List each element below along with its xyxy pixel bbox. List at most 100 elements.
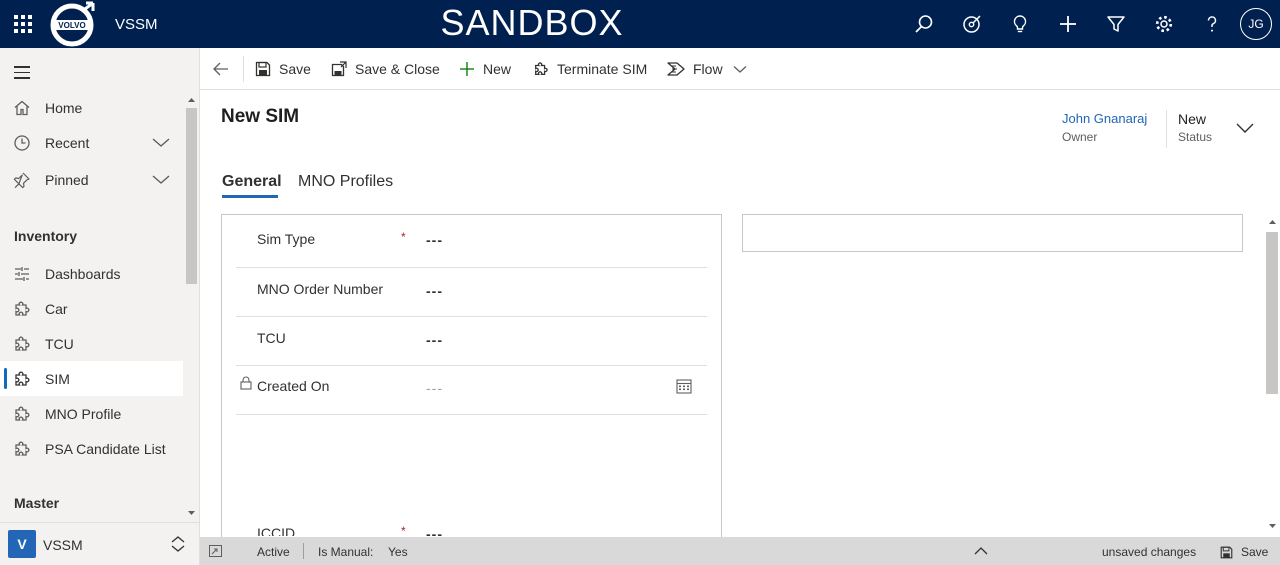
tab-mno-profiles[interactable]: MNO Profiles: [298, 173, 393, 191]
footer-save-label: Save: [1241, 545, 1269, 559]
terminate-sim-button[interactable]: Terminate SIM: [533, 48, 647, 90]
area-switcher[interactable]: V VSSM: [0, 522, 199, 565]
scroll-down-icon[interactable]: [1268, 522, 1277, 530]
sidebar-item-pinned[interactable]: Pinned: [0, 162, 183, 197]
sidebar-item-label: MNO Profile: [45, 405, 122, 422]
sidebar-item-label: SIM: [45, 370, 70, 387]
back-button[interactable]: [212, 48, 238, 90]
save-button[interactable]: Save: [255, 48, 311, 90]
scroll-down-icon[interactable]: [187, 509, 196, 517]
created-on-input: ---: [426, 380, 443, 396]
puzzle-icon: [15, 371, 30, 386]
unsaved-changes-text: unsaved changes: [1102, 545, 1197, 559]
assistant-icon[interactable]: [948, 0, 996, 48]
field-label: Created On: [257, 378, 330, 394]
iccid-input[interactable]: ---: [426, 526, 443, 536]
area-badge: V: [8, 530, 36, 558]
pin-icon: [13, 172, 30, 189]
sidebar-item-label: Dashboards: [45, 265, 121, 282]
command-bar: Save Save & Close New Terminate SIM Flow: [200, 48, 1280, 90]
puzzle-icon: [15, 336, 30, 351]
owner-label: Owner: [1062, 130, 1098, 144]
footer-save-button[interactable]: Save: [1220, 544, 1268, 560]
puzzle-icon: [15, 301, 30, 316]
page-title: New SIM: [221, 106, 300, 127]
sidebar-item-recent[interactable]: Recent: [0, 125, 183, 160]
scroll-up-icon[interactable]: [187, 96, 196, 104]
status-value: New: [1178, 111, 1207, 127]
scroll-up-icon[interactable]: [1268, 218, 1277, 226]
plus-icon: [460, 62, 474, 76]
sidebar-item-label: Car: [45, 300, 68, 317]
sidebar-scrollbar[interactable]: [185, 96, 198, 521]
chevron-up-down-icon[interactable]: [170, 535, 186, 553]
gear-icon[interactable]: [1140, 0, 1188, 48]
home-icon: [14, 100, 30, 116]
hamburger-icon[interactable]: [14, 66, 30, 83]
filter-icon[interactable]: [1092, 0, 1140, 48]
sidebar-item-label: Home: [45, 99, 83, 116]
calendar-icon[interactable]: [676, 378, 692, 394]
sidebar-item-tcu[interactable]: TCU: [0, 326, 183, 361]
plus-icon[interactable]: [1044, 0, 1092, 48]
active-tab-indicator: [222, 195, 278, 198]
sim-type-input[interactable]: ---: [426, 232, 443, 248]
sidebar-item-label: PSA Candidate List: [45, 440, 166, 457]
arrow-left-icon: [213, 62, 228, 76]
sidebar-item-dashboards[interactable]: Dashboards: [0, 256, 183, 291]
chevron-down-icon[interactable]: [152, 135, 170, 149]
is-manual-value: Yes: [388, 545, 408, 559]
chevron-up-icon[interactable]: [974, 546, 988, 555]
form-scroll-thumb[interactable]: [1266, 232, 1278, 394]
sidebar-item-label: Pinned: [45, 171, 89, 188]
user-avatar[interactable]: JG: [1240, 8, 1272, 40]
field-label: ICCID: [257, 525, 296, 536]
sidebar-scroll-thumb[interactable]: [186, 108, 197, 284]
tab-general[interactable]: General: [222, 173, 282, 191]
required-marker: *: [401, 524, 406, 536]
lock-icon: [240, 376, 252, 390]
sidebar-item-home[interactable]: Home: [0, 90, 183, 125]
help-icon[interactable]: [1188, 0, 1236, 48]
search-icon[interactable]: [900, 0, 948, 48]
flow-label: Flow: [693, 61, 723, 77]
chevron-down-icon[interactable]: [152, 172, 170, 186]
status-bar: Active Is Manual: Yes unsaved changes Sa…: [200, 537, 1280, 565]
flow-dropdown-button[interactable]: [733, 48, 755, 90]
save-close-button[interactable]: Save & Close: [331, 48, 440, 90]
sidebar-item-mno-profile[interactable]: MNO Profile: [0, 396, 183, 431]
field-label: TCU: [257, 330, 286, 346]
field-tcu: TCU ---: [236, 317, 707, 366]
sidebar-group-inventory: Inventory: [14, 228, 78, 244]
top-bar: VOLVO VSSM SANDBOX JG: [0, 0, 1280, 48]
area-name: VSSM: [43, 537, 83, 553]
flow-icon: [667, 62, 685, 76]
open-in-window-icon[interactable]: [209, 545, 222, 557]
new-button[interactable]: New: [459, 48, 511, 90]
required-marker: *: [401, 230, 406, 244]
chevron-down-icon: [733, 66, 747, 73]
clock-icon: [14, 135, 30, 151]
sidebar-item-sim[interactable]: SIM: [0, 361, 183, 396]
field-created-on: Created On ---: [236, 366, 707, 415]
dashboard-icon: [15, 267, 29, 281]
sidebar-item-label: TCU: [45, 335, 74, 352]
sidebar-item-car[interactable]: Car: [0, 291, 183, 326]
terminate-sim-label: Terminate SIM: [557, 61, 648, 77]
lightbulb-icon[interactable]: [996, 0, 1044, 48]
save-close-icon: [331, 61, 347, 77]
divider: [1166, 110, 1167, 148]
mno-order-number-input[interactable]: ---: [426, 283, 443, 299]
form-scrollbar[interactable]: [1264, 214, 1280, 536]
tcu-lookup-input[interactable]: ---: [426, 332, 443, 348]
save-icon: [1220, 546, 1233, 558]
sidebar-item-psa-candidate-list[interactable]: PSA Candidate List: [0, 431, 183, 466]
owner-link[interactable]: John Gnanaraj: [1062, 111, 1147, 126]
sidebar: Home Recent Pinned Inventory Dashboards …: [0, 48, 200, 565]
is-manual-label: Is Manual:: [318, 545, 374, 559]
flow-button[interactable]: Flow: [667, 48, 723, 90]
sidebar-group-master: Master: [14, 495, 60, 511]
field-iccid: ICCID * ---: [236, 512, 707, 536]
chevron-down-icon[interactable]: [1236, 122, 1254, 134]
field-sim-type: Sim Type * ---: [236, 218, 707, 268]
